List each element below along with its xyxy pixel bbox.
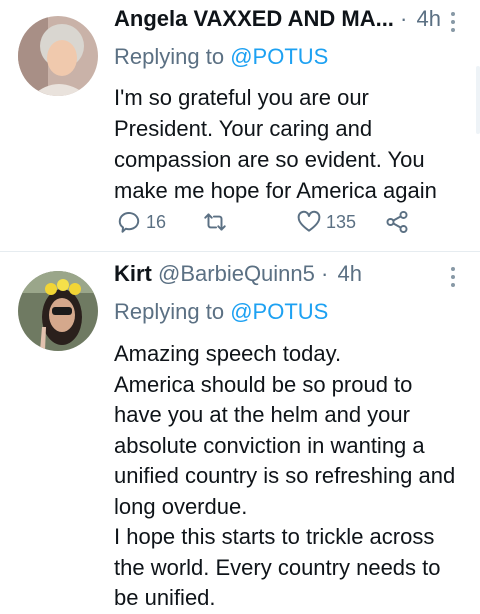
more-options-icon[interactable] bbox=[450, 267, 456, 289]
mention-link[interactable]: @POTUS bbox=[230, 299, 328, 324]
more-options-icon[interactable] bbox=[450, 12, 456, 34]
share-icon bbox=[386, 210, 408, 234]
avatar[interactable] bbox=[18, 271, 98, 351]
avatar[interactable] bbox=[18, 16, 98, 96]
replying-to-label: Replying to bbox=[114, 44, 225, 69]
mention-link[interactable]: @POTUS bbox=[230, 44, 328, 69]
replying-to: Replying to @POTUS bbox=[114, 299, 328, 325]
display-name[interactable]: Kirt bbox=[114, 261, 152, 286]
separator-dot: · bbox=[321, 261, 329, 286]
reply-count: 16 bbox=[146, 211, 167, 232]
tweet-paragraph: I'm so grateful you are our President. Y… bbox=[114, 85, 437, 203]
like-button[interactable]: 135 bbox=[296, 206, 356, 238]
tweet-paragraph: Amazing speech today. bbox=[114, 341, 342, 366]
like-icon bbox=[297, 210, 321, 232]
retweet-icon bbox=[204, 213, 226, 231]
timestamp[interactable]: 4h bbox=[417, 6, 441, 31]
reply-button[interactable]: 16 bbox=[116, 206, 166, 238]
tweet-text: Amazing speech today. America should be … bbox=[114, 339, 466, 614]
tweet[interactable]: Kirt @BarbieQuinn5 · 4h Replying to @POT… bbox=[0, 253, 480, 610]
retweet-button[interactable] bbox=[202, 206, 232, 238]
tweet-paragraph: America should be so proud to have you a… bbox=[114, 371, 456, 519]
tweet-divider bbox=[0, 251, 480, 252]
tweet-header: Angela VAXXED AND MA... · 4h bbox=[114, 6, 460, 42]
user-handle[interactable]: @BarbieQuinn5 bbox=[158, 261, 315, 286]
reply-icon bbox=[118, 212, 140, 233]
timestamp[interactable]: 4h bbox=[337, 261, 361, 286]
tweet-actions: 16 135 bbox=[114, 206, 434, 238]
tweet-text: I'm so grateful you are our President. Y… bbox=[114, 82, 466, 206]
tweet-header: Kirt @BarbieQuinn5 · 4h bbox=[114, 261, 460, 297]
like-count: 135 bbox=[326, 211, 357, 232]
scrollbar[interactable] bbox=[476, 66, 480, 134]
display-name[interactable]: Angela VAXXED AND MA... bbox=[114, 6, 394, 31]
separator-dot: · bbox=[400, 6, 408, 31]
tweet-paragraph: I hope this starts to trickle across the… bbox=[114, 524, 441, 610]
share-button[interactable] bbox=[384, 206, 410, 238]
replying-to-label: Replying to bbox=[114, 299, 225, 324]
tweet[interactable]: Angela VAXXED AND MA... · 4h Replying to… bbox=[0, 0, 480, 252]
replying-to: Replying to @POTUS bbox=[114, 44, 328, 70]
